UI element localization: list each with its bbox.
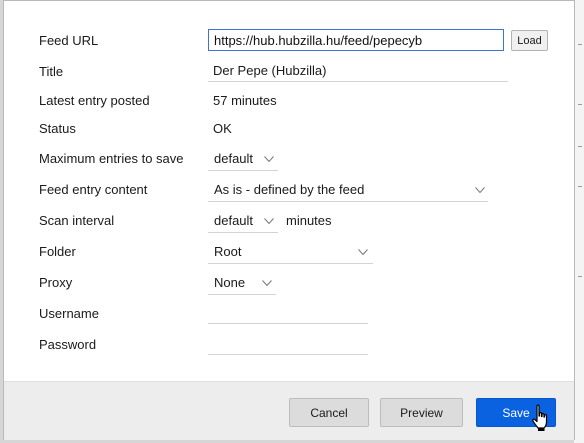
max-entries-selected: default xyxy=(214,151,254,166)
scan-interval-unit: minutes xyxy=(286,213,332,228)
username-input[interactable] xyxy=(208,304,368,324)
feed-url-row: Feed URL Load xyxy=(4,28,576,54)
status-row: Status OK xyxy=(4,116,576,142)
proxy-selected: None xyxy=(214,275,246,290)
latest-entry-value: 57 minutes xyxy=(213,93,277,108)
preview-button[interactable]: Preview xyxy=(380,398,463,427)
entry-content-label: Feed entry content xyxy=(39,182,148,197)
username-row: Username xyxy=(4,301,576,327)
max-entries-label: Maximum entries to save xyxy=(39,151,184,166)
load-button[interactable]: Load xyxy=(511,30,548,51)
status-value: OK xyxy=(213,121,232,136)
chevron-down-icon xyxy=(262,280,272,286)
proxy-select[interactable]: None xyxy=(208,272,276,295)
status-label: Status xyxy=(39,121,76,136)
folder-selected: Root xyxy=(214,244,242,259)
latest-entry-label: Latest entry posted xyxy=(39,93,150,108)
entry-content-selected: As is - defined by the feed xyxy=(214,182,365,197)
entry-content-row: Feed entry content As is - defined by th… xyxy=(4,177,576,203)
password-label: Password xyxy=(39,337,97,352)
chevron-down-icon xyxy=(264,156,274,162)
scan-interval-row: Scan interval default minutes xyxy=(4,208,576,234)
scan-interval-label: Scan interval xyxy=(39,213,115,228)
title-row: Title Der Pepe (Hubzilla) xyxy=(4,59,576,85)
chevron-down-icon xyxy=(358,249,368,255)
feed-url-label: Feed URL xyxy=(39,33,99,48)
entry-content-select[interactable]: As is - defined by the feed xyxy=(208,179,488,202)
password-row: Password xyxy=(4,332,576,358)
max-entries-row: Maximum entries to save default xyxy=(4,146,576,172)
latest-entry-row: Latest entry posted 57 minutes xyxy=(4,88,576,114)
proxy-row: Proxy None xyxy=(4,270,576,296)
title-label: Title xyxy=(39,64,64,79)
hand-pointer-icon xyxy=(532,404,548,431)
proxy-label: Proxy xyxy=(39,275,73,290)
chevron-down-icon xyxy=(475,187,485,193)
dialog-footer: Cancel Preview Save xyxy=(4,381,574,440)
feed-url-input[interactable] xyxy=(208,29,504,51)
feed-properties-dialog: Feed URL Load Title Der Pepe (Hubzilla) … xyxy=(3,0,575,440)
max-entries-select[interactable]: default xyxy=(208,148,278,171)
password-input[interactable] xyxy=(208,335,368,355)
folder-label: Folder xyxy=(39,244,76,259)
scan-interval-select[interactable]: default xyxy=(208,210,278,233)
folder-select[interactable]: Root xyxy=(208,241,373,264)
title-input[interactable]: Der Pepe (Hubzilla) xyxy=(208,62,508,82)
scan-interval-selected: default xyxy=(214,213,254,228)
chevron-down-icon xyxy=(264,218,274,224)
folder-row: Folder Root xyxy=(4,239,576,265)
username-label: Username xyxy=(39,306,99,321)
cancel-button[interactable]: Cancel xyxy=(289,398,369,427)
